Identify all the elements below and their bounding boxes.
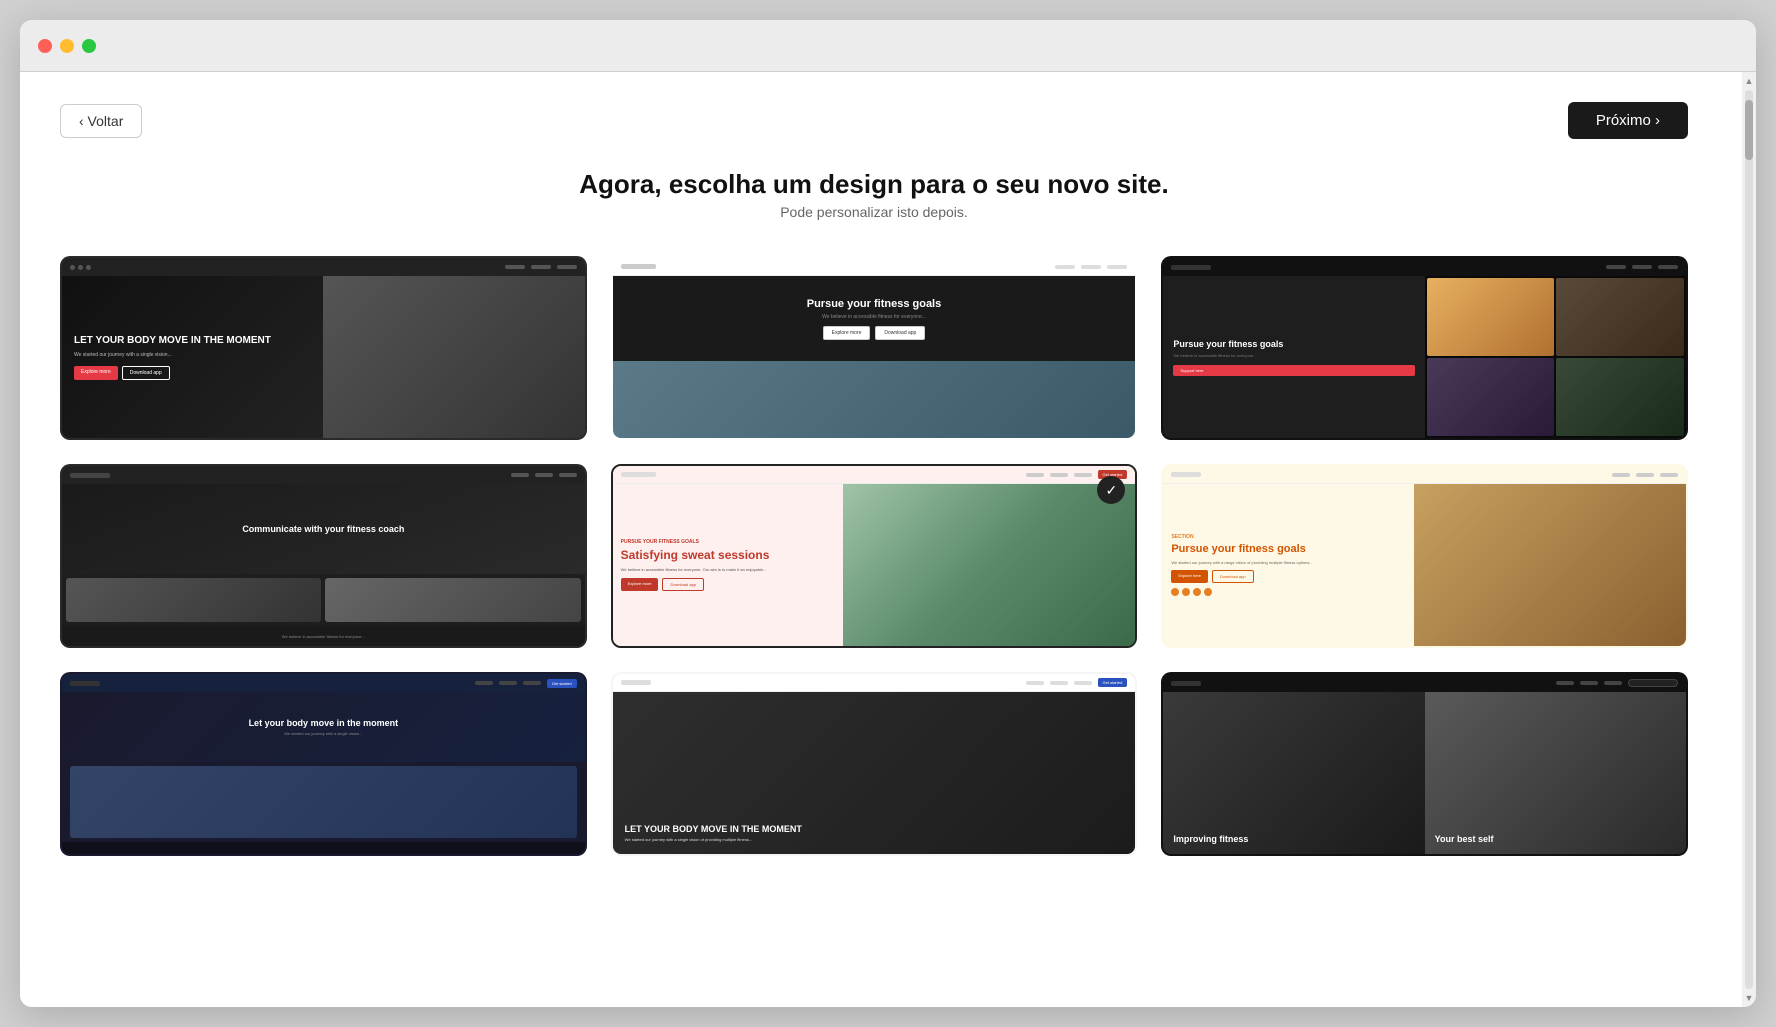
traffic-lights xyxy=(38,39,96,53)
nav-row: ‹ Voltar Próximo › xyxy=(60,72,1688,159)
template-thumb-2: Pursue your fitness goals We believe in … xyxy=(613,258,1136,438)
t3-subtitle: We believe in accessible fitness for eve… xyxy=(1173,353,1414,358)
t6-subtitle: We started our journey with a range visi… xyxy=(1171,560,1406,565)
t6-tagline: SECTION xyxy=(1171,534,1406,540)
template-card-7[interactable]: Get started Let your body move in the mo… xyxy=(60,672,587,856)
t2-title: Pursue your fitness goals xyxy=(807,298,941,310)
minimize-button[interactable] xyxy=(60,39,74,53)
template-card-6[interactable]: SECTION Pursue your fitness goals We sta… xyxy=(1161,464,1688,648)
t2-btn2: Download app xyxy=(875,326,925,340)
t3-title: Pursue your fitness goals xyxy=(1173,339,1414,349)
template-thumb-1: LET YOUR BODY MOVE IN THE MOMENT We star… xyxy=(62,258,585,438)
scrollbar-thumb[interactable] xyxy=(1745,100,1753,160)
maximize-button[interactable] xyxy=(82,39,96,53)
page-subtitle: Pode personalizar isto depois. xyxy=(60,204,1688,220)
template-thumb-3: Pursue your fitness goals We believe in … xyxy=(1163,258,1686,438)
browser-titlebar xyxy=(20,20,1756,72)
t7-nav-badge: Get started xyxy=(547,679,577,688)
t1-title: LET YOUR BODY MOVE IN THE MOMENT xyxy=(74,335,337,347)
template-card-9[interactable]: Improving fitness Your best self xyxy=(1161,672,1688,856)
t3-btn: Support here xyxy=(1173,365,1414,376)
t1-nav-links xyxy=(505,265,577,269)
next-button[interactable]: Próximo › xyxy=(1568,102,1688,139)
template-thumb-5: Get started PURSUE YOUR FITNESS GOALS Sa… xyxy=(613,466,1136,646)
t4-bottom-text: We believe in accessible fitness for eve… xyxy=(282,634,365,639)
template-thumb-8: Get started Let your body move in the mo… xyxy=(613,674,1136,854)
t8-title: Let your body move in the moment xyxy=(625,824,1124,834)
template-card-5[interactable]: ✓ Get started xyxy=(611,464,1138,648)
t7-subtitle: We started our journey with a single vis… xyxy=(284,731,362,736)
scrollbar: ▲ ▼ xyxy=(1742,72,1756,1007)
t6-btn1: Explore here xyxy=(1171,570,1208,583)
t6-title: Pursue your fitness goals xyxy=(1171,543,1406,556)
scroll-down-arrow[interactable]: ▼ xyxy=(1745,993,1754,1003)
scrollbar-track xyxy=(1745,90,1753,989)
template-card-4[interactable]: Communicate with your fitness coach We b… xyxy=(60,464,587,648)
t5-btn1: Explore more xyxy=(621,578,659,591)
browser-window: ‹ Voltar Próximo › Agora, escolha um des… xyxy=(20,20,1756,1007)
t2-btn1: Explore more xyxy=(823,326,871,340)
t5-btn2: Download app xyxy=(662,578,704,591)
t2-subtitle: We believe in accessible fitness for eve… xyxy=(822,314,926,320)
t8-subtitle: We started our journey with a single vis… xyxy=(625,837,1124,842)
browser-content: ‹ Voltar Próximo › Agora, escolha um des… xyxy=(20,72,1742,1007)
t1-btn-app: Download app xyxy=(122,366,170,380)
template-thumb-9: Improving fitness Your best self xyxy=(1163,674,1686,854)
template-card-1[interactable]: LET YOUR BODY MOVE IN THE MOMENT We star… xyxy=(60,256,587,440)
close-button[interactable] xyxy=(38,39,52,53)
t1-subtitle: We started our journey with a single vis… xyxy=(74,352,337,358)
t9-title-left: Improving fitness xyxy=(1173,834,1414,844)
t7-title: Let your body move in the moment xyxy=(249,718,399,728)
template-thumb-4: Communicate with your fitness coach We b… xyxy=(62,466,585,646)
template-card-8[interactable]: Get started Let your body move in the mo… xyxy=(611,672,1138,856)
template-thumb-7: Get started Let your body move in the mo… xyxy=(62,674,585,854)
templates-grid: LET YOUR BODY MOVE IN THE MOMENT We star… xyxy=(60,256,1688,856)
template-thumb-6: SECTION Pursue your fitness goals We sta… xyxy=(1163,466,1686,646)
t9-title-right: Your best self xyxy=(1435,834,1676,844)
page-title: Agora, escolha um design para o seu novo… xyxy=(60,169,1688,200)
t4-title: Communicate with your fitness coach xyxy=(242,524,404,534)
t6-btn2: Download app xyxy=(1212,570,1254,583)
t1-btn-explore: Explore more xyxy=(74,366,118,380)
template-card-2[interactable]: Pursue your fitness goals We believe in … xyxy=(611,256,1138,440)
t5-hero-title: Satisfying sweat sessions xyxy=(621,548,835,562)
t8-nav-badge: Get started xyxy=(1098,678,1128,687)
scroll-up-arrow[interactable]: ▲ xyxy=(1745,76,1754,86)
t5-hero-sub: We believe in accessible fitness for eve… xyxy=(621,567,835,572)
t1-nav xyxy=(62,258,585,276)
t5-tagline: PURSUE YOUR FITNESS GOALS xyxy=(621,539,835,545)
back-button[interactable]: ‹ Voltar xyxy=(60,104,142,138)
template-card-3[interactable]: Pursue your fitness goals We believe in … xyxy=(1161,256,1688,440)
page-heading: Agora, escolha um design para o seu novo… xyxy=(60,169,1688,220)
